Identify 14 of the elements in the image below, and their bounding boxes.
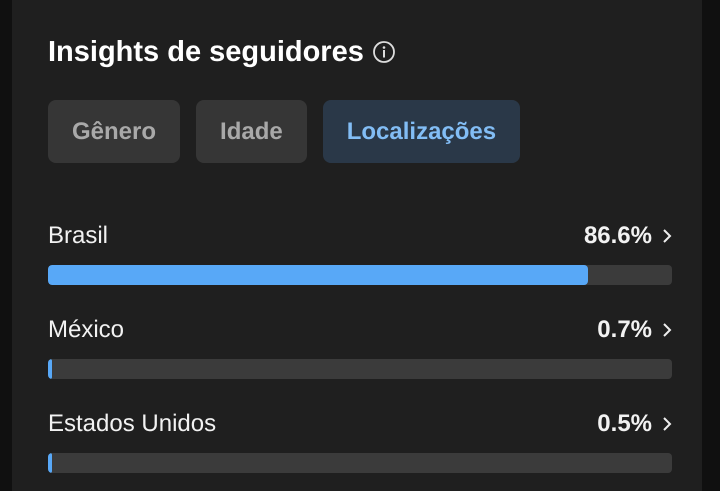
chevron-icon[interactable] (662, 228, 672, 244)
country-name: México (48, 316, 126, 344)
country-name: Brasil (48, 222, 110, 250)
country-name: Estados Unidos (48, 410, 218, 438)
section-title: Insights de seguidores (48, 36, 364, 68)
percentage-value: 0.5% (597, 410, 652, 438)
info-icon[interactable] (372, 40, 396, 64)
filter-tab[interactable]: Localizações (322, 100, 520, 163)
percentage-value: 86.6% (584, 222, 652, 250)
chevron-icon[interactable] (662, 416, 672, 432)
percentage-value: 0.7% (597, 316, 652, 344)
filter-tab[interactable]: Gênero (48, 100, 180, 163)
chevron-icon[interactable] (662, 322, 672, 338)
filter-tab[interactable]: Idade (196, 100, 307, 163)
